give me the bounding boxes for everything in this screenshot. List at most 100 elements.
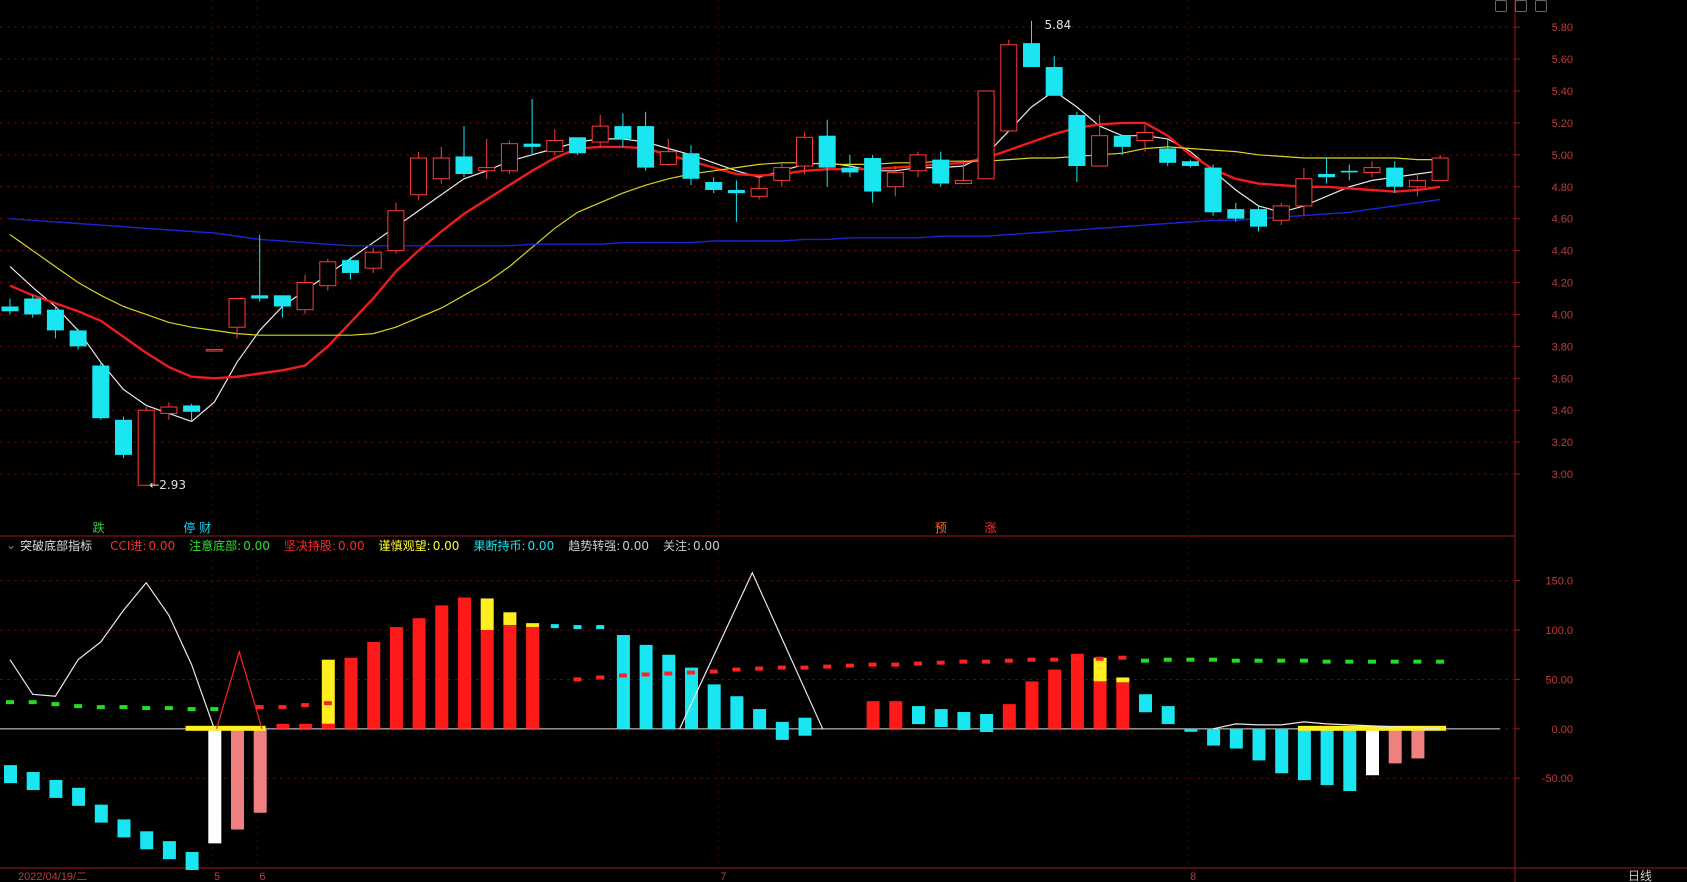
red-dash <box>800 665 809 670</box>
candle <box>1159 138 1177 167</box>
indicator-bar <box>1116 682 1130 729</box>
indicator-bar <box>1184 728 1198 732</box>
indicator-tick-label: 50.00 <box>1545 674 1573 686</box>
indicator-bar <box>1320 728 1334 786</box>
indicator-bar <box>458 597 471 729</box>
red-dash <box>641 672 650 677</box>
candle-body <box>705 181 723 190</box>
indicator-field-value: 0.00 <box>432 538 460 553</box>
low-annotation: ←2.93 <box>149 478 186 492</box>
green-dash <box>1299 658 1308 663</box>
candle-body <box>1181 161 1199 167</box>
indicator-field: 关注: 0.00 <box>663 537 720 554</box>
price-tick-label: 4.80 <box>1552 182 1573 194</box>
candle-body <box>1408 179 1426 188</box>
indicator-tick-label: 100.0 <box>1545 625 1573 637</box>
red-dash <box>777 665 786 670</box>
restore-icon[interactable] <box>1515 0 1527 12</box>
indicator-bar <box>798 717 812 736</box>
candle-body <box>160 406 178 414</box>
indicator-panel[interactable] <box>0 571 1500 871</box>
red-dash <box>982 659 991 664</box>
indicator-field: 果断持币: 0.00 <box>473 537 554 554</box>
red-dash <box>959 659 968 664</box>
month-tick-label: 8 <box>1190 871 1196 882</box>
candle <box>1386 161 1404 194</box>
indicator-field-value: 0.00 <box>337 538 365 553</box>
collapse-icon[interactable]: ⌄ <box>6 538 16 552</box>
cyan-dash <box>550 624 559 629</box>
indicator-bar <box>117 819 131 838</box>
candle-body <box>410 157 428 196</box>
candle <box>1045 55 1063 96</box>
candle-body <box>682 153 700 179</box>
indicator-bar <box>503 612 517 626</box>
candle <box>500 140 518 174</box>
indicator-field-value: 0.00 <box>527 538 555 553</box>
indicator-bar <box>503 625 517 729</box>
price-tick-label: 3.40 <box>1552 405 1573 417</box>
candle-body <box>251 295 269 299</box>
indicator-bar <box>616 635 630 729</box>
candle <box>92 362 110 420</box>
candle-body <box>500 143 518 172</box>
candle <box>432 146 450 184</box>
stock-chart[interactable]: 5.80 5.60 5.40 5.20 5.00 4.80 4.60 4.40 4.20 4.00… <box>0 0 1687 882</box>
indicator-field-label: CCI进: <box>110 538 147 553</box>
candle-body <box>750 187 768 197</box>
candle <box>705 177 723 194</box>
close-icon[interactable] <box>1535 0 1547 12</box>
minimize-icon[interactable] <box>1495 0 1507 12</box>
indicator-bar <box>1207 728 1221 746</box>
candle-body <box>1113 135 1131 147</box>
red-dash <box>845 663 854 668</box>
candle <box>977 90 995 180</box>
candle-body <box>228 297 246 328</box>
period-label: 日线 <box>1628 869 1652 882</box>
month-tick-label: 7 <box>720 871 726 882</box>
indicator-bar <box>231 728 244 830</box>
indicator-field: 谨慎观望: 0.00 <box>379 537 460 554</box>
indicator-bar <box>208 728 222 844</box>
window-controls[interactable] <box>1495 0 1547 14</box>
candle-body <box>1363 167 1381 173</box>
indicator-tick-label: 150.0 <box>1545 576 1573 588</box>
candle-body <box>796 136 813 167</box>
candle-body <box>1250 209 1267 227</box>
red-dash <box>823 664 832 669</box>
red-dash <box>936 660 945 665</box>
indicator-field: 趋势转强: 0.00 <box>568 537 649 554</box>
green-dash <box>1322 659 1331 664</box>
candle-body <box>818 135 836 168</box>
indicator-bar <box>1343 728 1357 792</box>
price-panel[interactable] <box>1 20 1449 486</box>
indicator-field-value: 0.00 <box>622 538 649 553</box>
indicator-bar <box>72 787 86 806</box>
red-dash <box>709 669 718 674</box>
green-dash <box>1345 659 1354 664</box>
indicator-field-label: 谨慎观望: <box>378 538 431 553</box>
indicator-bar <box>889 701 903 729</box>
indicator-bar <box>185 852 199 871</box>
indicator-name[interactable]: 突破底部指标 <box>20 537 92 554</box>
candle-body <box>1227 209 1245 219</box>
candle <box>364 247 382 273</box>
green-dash <box>1436 659 1445 664</box>
candle <box>750 175 768 200</box>
green-dash <box>142 706 151 711</box>
candle-body <box>342 260 359 273</box>
candle <box>864 154 882 203</box>
candle <box>319 258 337 291</box>
indicator-field: 注意底部: 0.00 <box>189 537 270 554</box>
signal-label: 涨 <box>985 520 997 535</box>
candle-body <box>455 156 473 174</box>
candle <box>1272 202 1290 226</box>
red-dash <box>732 667 741 672</box>
candle-body <box>591 125 609 143</box>
candle <box>909 151 927 178</box>
green-dash <box>1141 658 1149 663</box>
indicator-bar <box>1139 694 1152 713</box>
candle <box>1363 161 1381 178</box>
candle <box>205 349 223 352</box>
price-tick-label: 3.00 <box>1552 469 1573 481</box>
